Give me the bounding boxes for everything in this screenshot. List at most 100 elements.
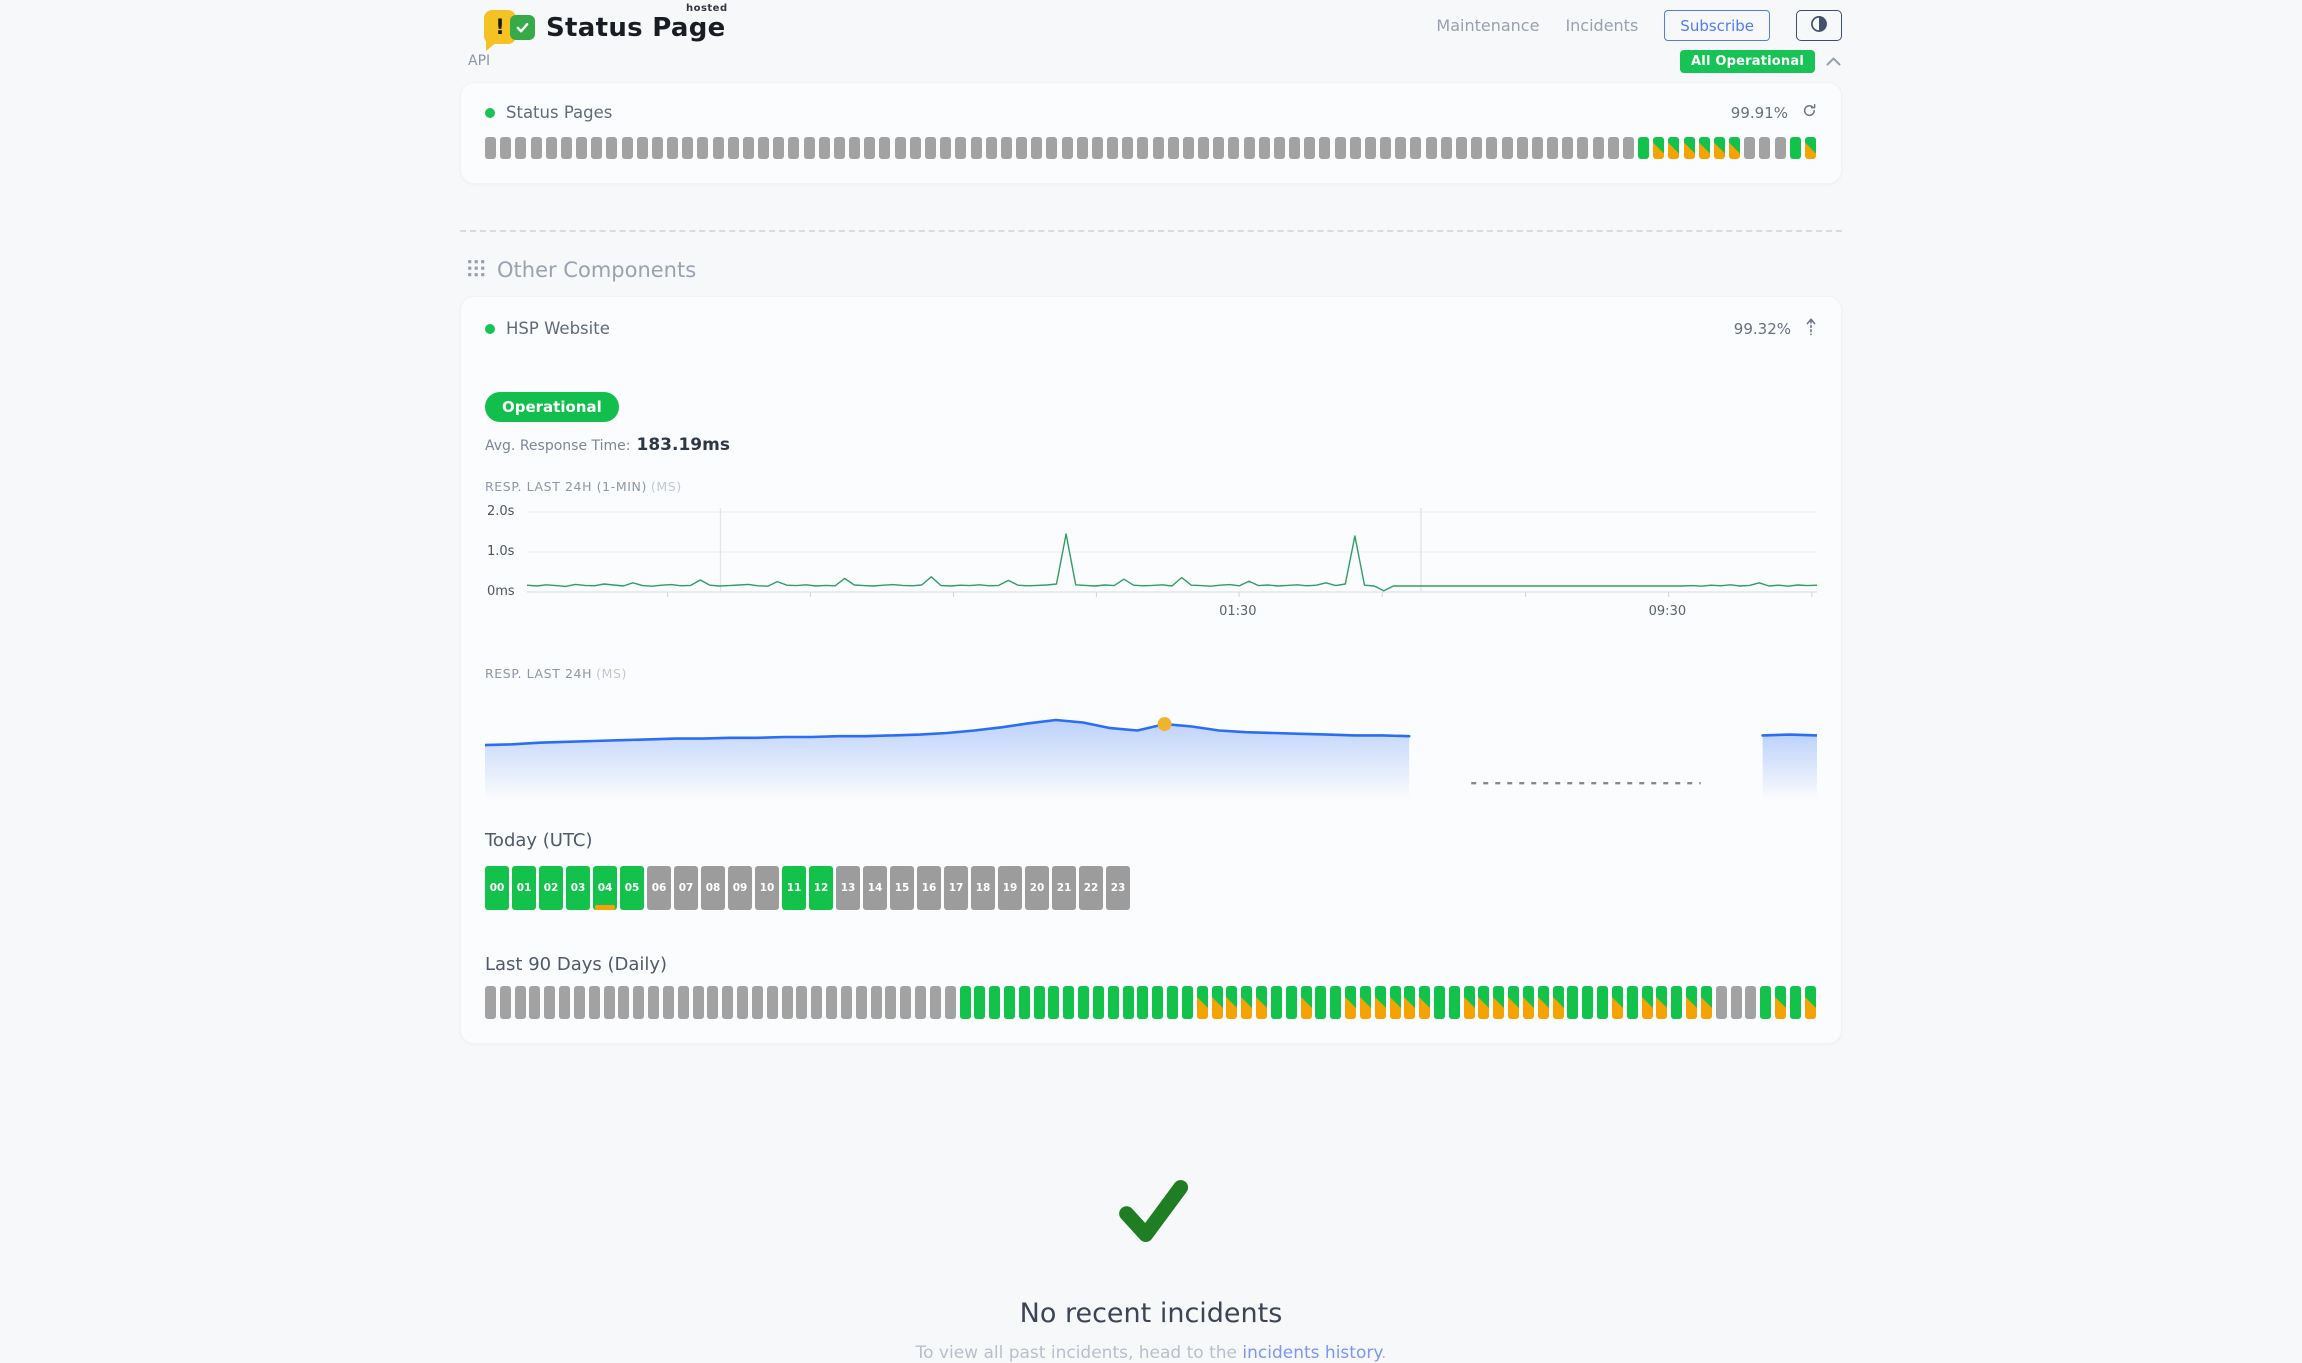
response-chart-24h-1min[interactable]: 2.0s 1.0s 0ms 01:3009:30 <box>485 504 1817 624</box>
uptime-bar-gray[interactable] <box>500 137 511 159</box>
uptime-bar-gray[interactable] <box>925 137 936 159</box>
uptime-bar-gray[interactable] <box>1031 137 1042 159</box>
hour-block-23[interactable]: 23 <box>1106 866 1130 910</box>
uptime-bar-gray[interactable] <box>1244 137 1255 159</box>
hour-block-07[interactable]: 07 <box>674 866 698 910</box>
uptime-bar-split[interactable] <box>1360 986 1371 1019</box>
uptime-bar-green[interactable] <box>1760 986 1771 1019</box>
uptime-bar-gray[interactable] <box>1744 137 1755 159</box>
uptime-bar-gray[interactable] <box>1547 137 1558 159</box>
uptime-bar-green[interactable] <box>1567 986 1578 1019</box>
line-chart-canvas[interactable] <box>527 504 1817 600</box>
hour-block-13[interactable]: 13 <box>836 866 860 910</box>
uptime-bar-gray[interactable] <box>1486 137 1497 159</box>
uptime-bar-split[interactable] <box>1508 986 1519 1019</box>
hour-block-08[interactable]: 08 <box>701 866 725 910</box>
uptime-bar-gray[interactable] <box>1153 137 1164 159</box>
uptime-bar-gray[interactable] <box>604 986 615 1019</box>
uptime-bar-gray[interactable] <box>678 986 689 1019</box>
uptime-bar-gray[interactable] <box>561 137 572 159</box>
uptime-bar-gray[interactable] <box>826 986 837 1019</box>
uptime-bar-gray[interactable] <box>856 986 867 1019</box>
hour-block-09[interactable]: 09 <box>728 866 752 910</box>
uptime-bar-gray[interactable] <box>1289 137 1300 159</box>
uptime-bar-gray[interactable] <box>1304 137 1315 159</box>
uptime-bar-green[interactable] <box>1582 986 1593 1019</box>
uptime-bar-gray[interactable] <box>713 137 724 159</box>
uptime-bar-green[interactable] <box>1627 986 1638 1019</box>
uptime-bar-green[interactable] <box>1434 986 1445 1019</box>
uptime-bar-split[interactable] <box>1714 137 1725 159</box>
uptime-bar-gray[interactable] <box>758 137 769 159</box>
overall-status-badge[interactable]: All Operational <box>1680 50 1815 73</box>
uptime-bar-gray[interactable] <box>1532 137 1543 159</box>
uptime-bar-green[interactable] <box>960 986 971 1019</box>
uptime-bar-split[interactable] <box>1301 986 1312 1019</box>
uptime-bar-gray[interactable] <box>752 986 763 1019</box>
uptime-bar-gray[interactable] <box>796 986 807 1019</box>
uptime-bar-green[interactable] <box>1271 986 1282 1019</box>
uptime-bar-gray[interactable] <box>1380 137 1391 159</box>
uptime-bar-gray[interactable] <box>1395 137 1406 159</box>
hour-block-14[interactable]: 14 <box>863 866 887 910</box>
uptime-bar-gray[interactable] <box>1577 137 1588 159</box>
uptime-bar-gray[interactable] <box>1062 137 1073 159</box>
uptime-bar-green[interactable] <box>1137 986 1148 1019</box>
hour-block-06[interactable]: 06 <box>647 866 671 910</box>
uptime-bar-split[interactable] <box>1419 986 1430 1019</box>
uptime-bar-split[interactable] <box>1226 986 1237 1019</box>
uptime-bar-green[interactable] <box>1123 986 1134 1019</box>
uptime-bar-gray[interactable] <box>707 986 718 1019</box>
uptime-bar-green[interactable] <box>1182 986 1193 1019</box>
uptime-bar-gray[interactable] <box>1731 986 1742 1019</box>
uptime-bar-green[interactable] <box>989 986 1000 1019</box>
uptime-bar-split[interactable] <box>1478 986 1489 1019</box>
hour-block-20[interactable]: 20 <box>1025 866 1049 910</box>
uptime-bar-gray[interactable] <box>1517 137 1528 159</box>
uptime-bar-gray[interactable] <box>1001 137 1012 159</box>
uptime-bar-gray[interactable] <box>576 137 587 159</box>
uptime-bar-gray[interactable] <box>1759 137 1770 159</box>
uptime-bar-gray[interactable] <box>1716 986 1727 1019</box>
uptime-bar-split[interactable] <box>1653 137 1664 159</box>
uptime-bar-split[interactable] <box>1241 986 1252 1019</box>
uptime-bar-split[interactable] <box>1256 986 1267 1019</box>
uptime-bar-gray[interactable] <box>900 986 911 1019</box>
uptime-bar-split[interactable] <box>1553 986 1564 1019</box>
subscribe-button[interactable]: Subscribe <box>1664 10 1770 41</box>
uptime-bar-gray[interactable] <box>693 986 704 1019</box>
uptime-bar-green[interactable] <box>1638 137 1649 159</box>
uptime-bar-gray[interactable] <box>1775 137 1786 159</box>
uptime-bar-split[interactable] <box>1390 986 1401 1019</box>
uptime-bar-split[interactable] <box>1345 986 1356 1019</box>
uptime-bar-green[interactable] <box>1004 986 1015 1019</box>
uptime-bar-split[interactable] <box>1642 986 1653 1019</box>
nav-maintenance[interactable]: Maintenance <box>1436 16 1539 35</box>
uptime-bar-gray[interactable] <box>529 986 540 1019</box>
uptime-bar-gray[interactable] <box>811 986 822 1019</box>
uptime-bar-gray[interactable] <box>864 137 875 159</box>
uptime-bar-gray[interactable] <box>574 986 585 1019</box>
refresh-icon[interactable] <box>1802 103 1817 122</box>
uptime-bar-split[interactable] <box>1523 986 1534 1019</box>
uptime-bar-gray[interactable] <box>930 986 941 1019</box>
chart-marker-dot[interactable] <box>1158 717 1172 731</box>
uptime-bar-split[interactable] <box>1729 137 1740 159</box>
uptime-bar-split[interactable] <box>1805 986 1816 1019</box>
uptime-bar-gray[interactable] <box>1107 137 1118 159</box>
uptime-bar-green[interactable] <box>1315 986 1326 1019</box>
uptime-bar-green[interactable] <box>1063 986 1074 1019</box>
uptime-bar-gray[interactable] <box>1137 137 1148 159</box>
uptime-bar-split[interactable] <box>1686 986 1697 1019</box>
uptime-bar-gray[interactable] <box>1456 137 1467 159</box>
uptime-bar-split[interactable] <box>1404 986 1415 1019</box>
uptime-bar-green[interactable] <box>1048 986 1059 1019</box>
hour-block-15[interactable]: 15 <box>890 866 914 910</box>
uptime-bar-gray[interactable] <box>915 986 926 1019</box>
uptime-bar-gray[interactable] <box>940 137 951 159</box>
uptime-bar-gray[interactable] <box>849 137 860 159</box>
uptime-bar-gray[interactable] <box>559 986 570 1019</box>
uptime-bar-gray[interactable] <box>1410 137 1421 159</box>
uptime-bar-split[interactable] <box>1701 986 1712 1019</box>
uptime-bar-split[interactable] <box>1656 986 1667 1019</box>
